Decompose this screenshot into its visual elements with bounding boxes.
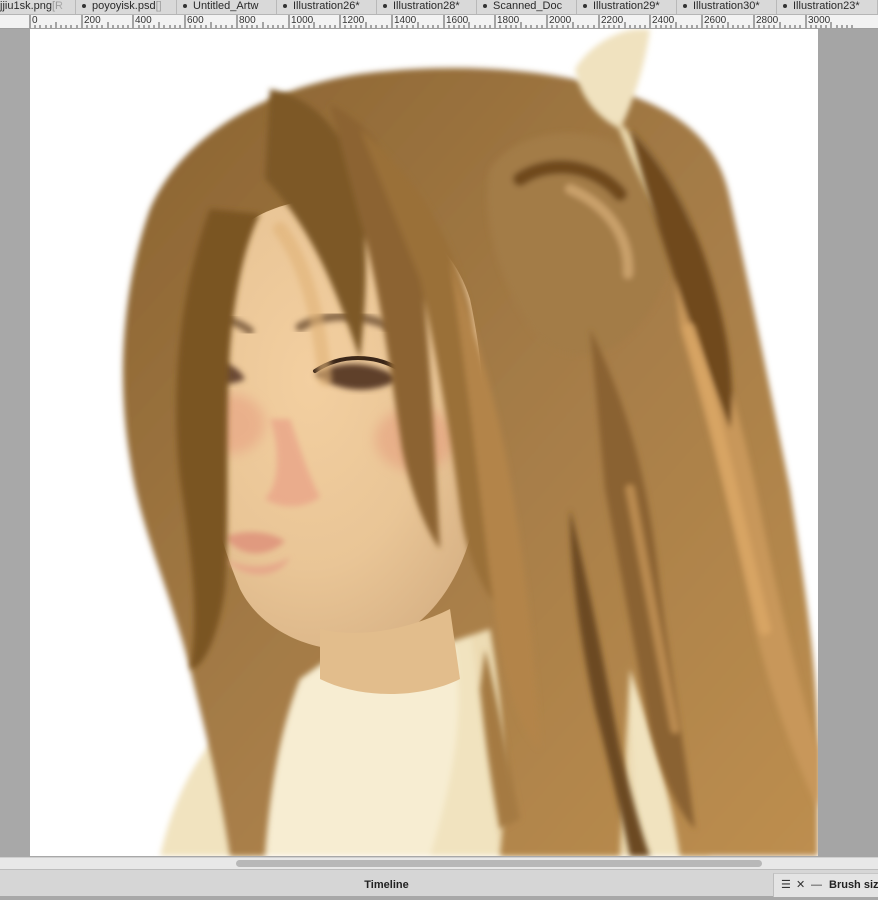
ruler-tick-label: 1200	[342, 15, 365, 26]
tab-label: Illustration29*	[593, 0, 660, 12]
brush-size-panel: ☰ ✕ — Brush size	[773, 873, 878, 897]
ruler-tick-label: 2800	[756, 15, 779, 26]
tab-label: Illustration28*	[393, 0, 460, 12]
tab-status-dot	[483, 3, 487, 8]
ruler-tick-label: 1600	[446, 15, 469, 26]
close-icon[interactable]: ✕	[796, 879, 805, 891]
ruler-tick-label: 600	[187, 15, 204, 26]
tab-document[interactable]: poyoyisk.psd[]	[76, 0, 177, 14]
ruler-tick-label: 800	[239, 15, 256, 26]
tab-status-dot	[683, 3, 687, 8]
ruler-tick-label: 2600	[704, 15, 727, 26]
tab-document[interactable]: Illustration26*	[277, 0, 377, 14]
tab-label: Illustration30*	[693, 0, 760, 12]
tab-label: Scanned_Doc	[493, 0, 563, 12]
tab-label: Untitled_Artw	[193, 0, 259, 12]
bottom-panel-bar: Timeline ☰ ✕ — Brush size	[0, 869, 878, 897]
tab-document[interactable]: Illustration23*	[777, 0, 878, 14]
tab-status-dot	[383, 3, 387, 8]
ruler-tick-label: 1400	[394, 15, 417, 26]
tab-status-dot	[583, 3, 587, 8]
tab-document[interactable]: Untitled_Artw	[177, 0, 277, 14]
horizontal-scrollbar[interactable]	[0, 857, 878, 869]
tab-status-dot	[183, 3, 187, 8]
tab-document[interactable]: Scanned_Doc	[477, 0, 577, 14]
brush-size-label: Brush size	[829, 879, 878, 891]
tab-label: poyoyisk.psd	[92, 0, 156, 12]
minimize-icon[interactable]: —	[811, 879, 822, 891]
tab-document[interactable]: Illustration29*	[577, 0, 677, 14]
ruler-ticks	[29, 15, 853, 28]
horizontal-ruler[interactable]: 0 200 400 600 800 1000 1200 1400 1600 1800 2000 220…	[0, 15, 878, 29]
workspace-margin	[818, 29, 878, 857]
tab-document[interactable]: jjiu1sk.png[R	[0, 0, 76, 14]
artboard[interactable]	[30, 29, 818, 856]
canvas-area[interactable]	[0, 29, 878, 857]
tab-document[interactable]: Illustration30*	[677, 0, 777, 14]
hamburger-icon[interactable]: ☰	[781, 879, 791, 891]
tab-status-dot	[82, 3, 86, 8]
tab-label: Illustration26*	[293, 0, 360, 12]
ruler-tick-label: 3000	[808, 15, 831, 26]
ruler-tick-label: 1800	[497, 15, 520, 26]
ruler-tick-label: 2000	[549, 15, 572, 26]
ruler-tick-label: 400	[135, 15, 152, 26]
tab-label: Illustration23*	[793, 0, 860, 12]
tab-status-dot	[783, 3, 787, 8]
timeline-panel-title[interactable]: Timeline	[0, 870, 773, 896]
ruler-tick-label: 1000	[291, 15, 314, 26]
ruler-tick-label: 2400	[652, 15, 675, 26]
tab-label: jjiu1sk.png	[0, 0, 52, 12]
tab-document[interactable]: Illustration28*	[377, 0, 477, 14]
document-tab-bar: jjiu1sk.png[R poyoyisk.psd[] Untitled_Ar…	[0, 0, 878, 15]
tab-status-dot	[283, 3, 287, 8]
ruler-tick-label: 0	[32, 15, 38, 26]
ruler-tick-label: 2200	[601, 15, 624, 26]
ruler-tick-label: 200	[84, 15, 101, 26]
scrollbar-thumb[interactable]	[236, 860, 762, 867]
portrait-painting	[122, 29, 818, 856]
